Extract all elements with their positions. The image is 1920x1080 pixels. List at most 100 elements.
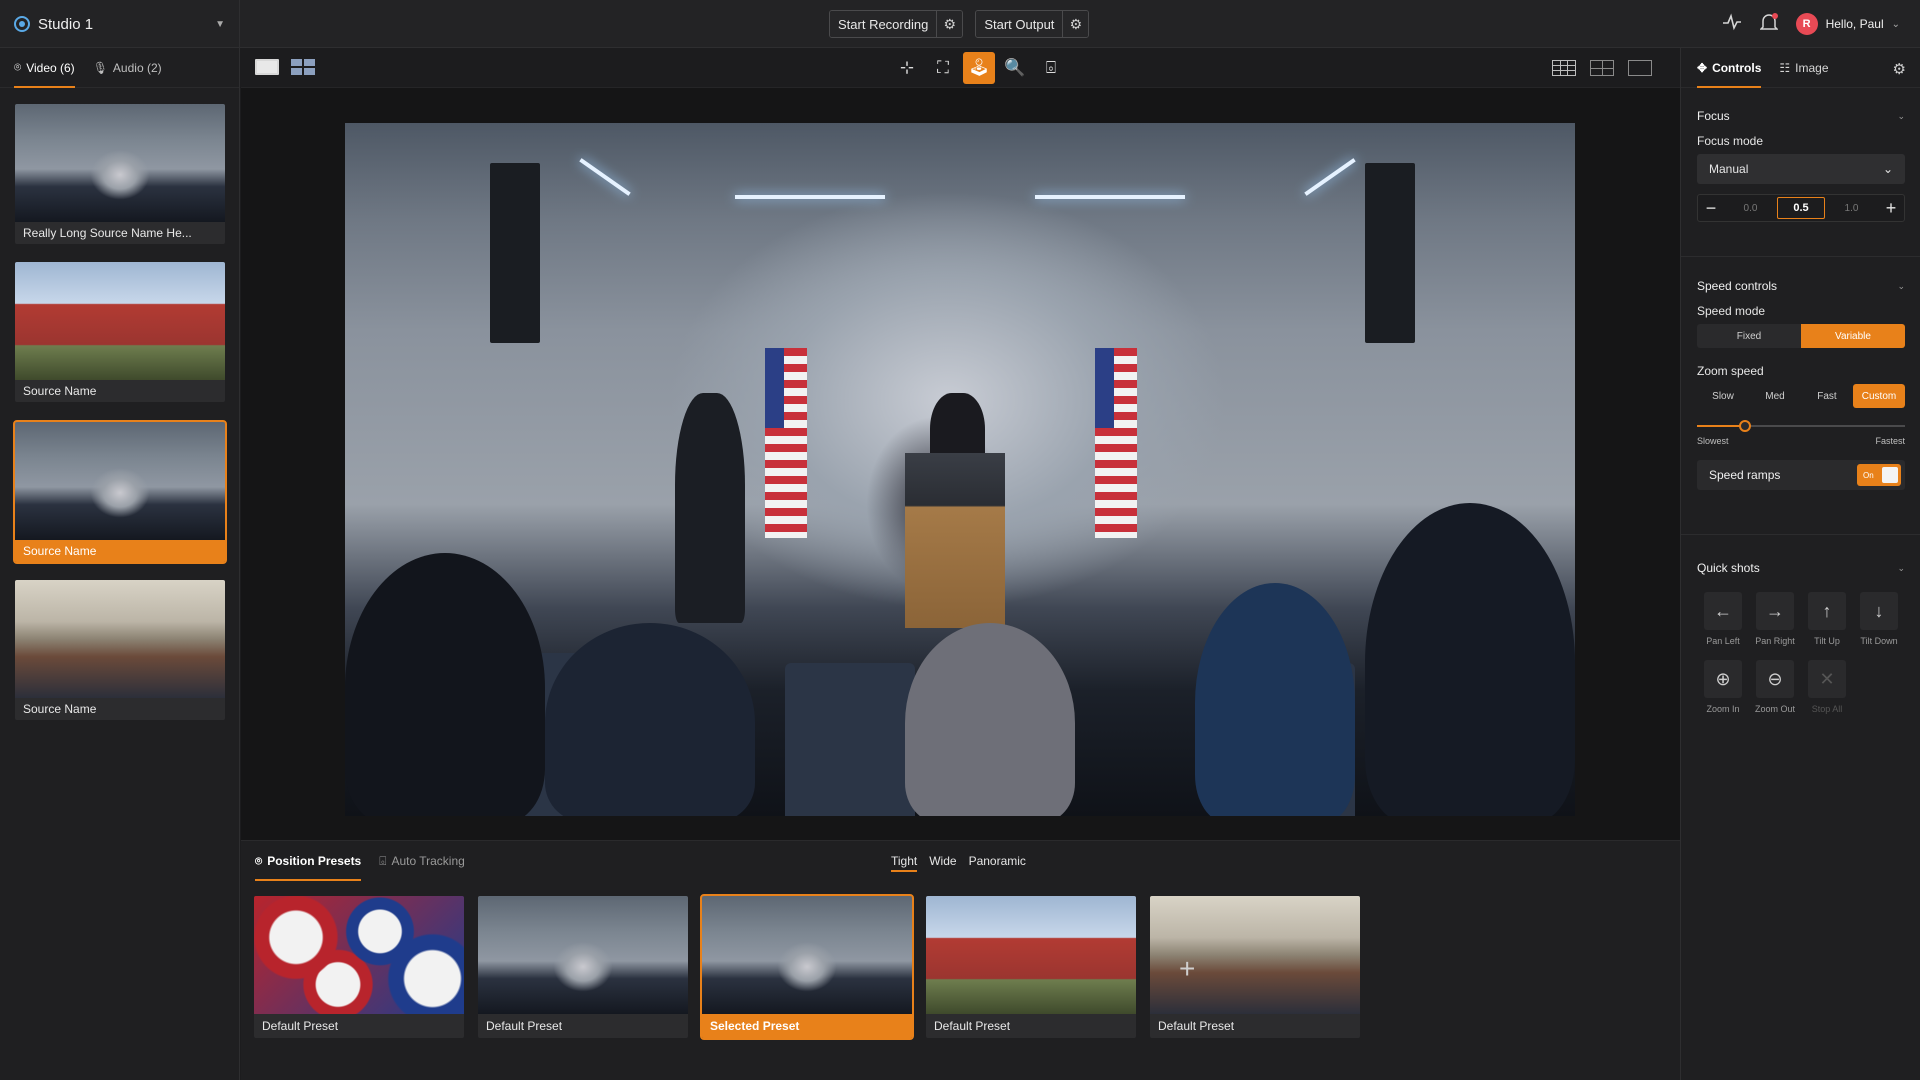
arrow-left-icon[interactable]: ← [1704, 592, 1742, 630]
quick-shots-header[interactable]: Quick shots ⌄ [1697, 558, 1905, 578]
source-thumbnail [15, 580, 225, 698]
speed-mode-fixed[interactable]: Fixed [1697, 324, 1801, 348]
preview-area: ⊹ ⛶ 🕹 🔍 ⌻ [241, 48, 1680, 840]
arrow-up-icon[interactable]: ↑ [1808, 592, 1846, 630]
audience-member [1195, 583, 1355, 816]
preset-card[interactable]: Default Preset [254, 896, 464, 1038]
speed-ramps-toggle[interactable]: On [1857, 464, 1901, 486]
controls-panel: ✥ Controls ☷ Image ⚙ Focus ⌄ Focus mode … [1680, 48, 1920, 1080]
source-thumbnail [15, 262, 225, 380]
single-view-icon[interactable] [255, 59, 279, 75]
preset-label: Default Preset [262, 1019, 339, 1033]
tab-position-presets[interactable]: ⌾ Position Presets [255, 841, 362, 881]
shot-type-panoramic[interactable]: Panoramic [969, 850, 1026, 872]
user-menu[interactable]: R Hello, Paul ⌄ [1795, 13, 1900, 35]
zoom-in-icon[interactable]: ⊕ [1704, 660, 1742, 698]
source-card[interactable]: Source Name [15, 580, 225, 720]
speed-mode-variable[interactable]: Variable [1801, 324, 1905, 348]
ceiling-light [1304, 158, 1356, 196]
location-pin-icon: ⌾ [255, 853, 263, 868]
zoom-out-icon[interactable]: ⊖ [1756, 660, 1794, 698]
tab-label: Video (6) [26, 60, 75, 75]
recording-settings-gear-icon[interactable]: ⚙ [936, 11, 963, 37]
start-output-button[interactable]: Start Output [976, 11, 1063, 37]
person-standing [675, 393, 745, 623]
audience-member [905, 623, 1075, 816]
quick-shots-grid: ← Pan Left → Pan Right ↑ Tilt Up ↓ Tilt … [1697, 592, 1905, 714]
preset-thumbnail [254, 896, 464, 1014]
add-frame-icon[interactable]: ⊹ [891, 52, 923, 84]
source-card[interactable]: Source Name [15, 262, 225, 402]
preset-card[interactable]: Default Preset [478, 896, 688, 1038]
slider-labels: Slowest Fastest [1697, 436, 1905, 446]
shot-type-wide[interactable]: Wide [929, 850, 956, 872]
activity-icon[interactable] [1722, 13, 1742, 36]
focus-section: Focus ⌄ Focus mode Manual ⌄ − 0.0 0.5 1.… [1697, 106, 1905, 222]
shot-type-tight[interactable]: Tight [891, 850, 918, 872]
source-label: Source Name [23, 702, 97, 716]
audience-member [545, 623, 755, 816]
preset-label: Default Preset [1158, 1019, 1235, 1033]
tab-auto-tracking[interactable]: ⌻ Auto Tracking [379, 841, 465, 881]
slider-max-label: Fastest [1875, 436, 1905, 446]
output-settings-gear-icon[interactable]: ⚙ [1062, 11, 1089, 37]
focus-target-icon[interactable]: ⌻ [1035, 52, 1067, 84]
layout-switcher [255, 59, 315, 75]
grid-none-icon[interactable] [1628, 60, 1652, 76]
ptz-tools: ⊹ ⛶ 🕹 🔍 ⌻ [891, 52, 1067, 84]
quick-shot-zoom-in[interactable]: ⊕ Zoom In [1697, 660, 1749, 714]
source-card[interactable]: Really Long Source Name He... [15, 104, 225, 244]
ceiling-light [579, 158, 631, 196]
notification-bell-icon[interactable] [1758, 12, 1779, 37]
arrow-down-icon[interactable]: ↓ [1860, 592, 1898, 630]
multi-view-icon[interactable] [291, 59, 315, 75]
joystick-icon[interactable]: 🕹 [963, 52, 995, 84]
zoom-speed-custom[interactable]: Custom [1853, 384, 1905, 408]
zoom-speed-slow[interactable]: Slow [1697, 384, 1749, 408]
focus-header[interactable]: Focus ⌄ [1697, 106, 1905, 126]
preset-thumbnail [478, 896, 688, 1014]
quick-shot-tilt-down[interactable]: ↓ Tilt Down [1853, 592, 1905, 646]
speaker-right [1365, 163, 1415, 343]
preset-label: Selected Preset [702, 1014, 912, 1038]
source-card-selected[interactable]: Source Name [13, 420, 227, 564]
preset-card-selected[interactable]: Selected Preset [700, 894, 914, 1040]
chair [785, 663, 915, 816]
zoom-speed-med[interactable]: Med [1749, 384, 1801, 408]
panel-settings-gear-icon[interactable]: ⚙ [1893, 60, 1906, 78]
microphone-icon: 🎙 [92, 60, 108, 75]
quick-shot-pan-right[interactable]: → Pan Right [1749, 592, 1801, 646]
zoom-speed-slider[interactable] [1697, 420, 1905, 432]
grid-quarters-icon[interactable] [1590, 60, 1614, 76]
crop-frame-icon[interactable]: ⛶ [927, 52, 959, 84]
quick-shot-pan-left[interactable]: ← Pan Left [1697, 592, 1749, 646]
tab-video[interactable]: ⌾ Video (6) [14, 48, 75, 88]
quick-shot-label: Zoom Out [1754, 704, 1795, 714]
speed-header[interactable]: Speed controls ⌄ [1697, 276, 1905, 296]
preset-thumbnail [926, 896, 1136, 1014]
tab-audio[interactable]: 🎙 Audio (2) [93, 48, 162, 88]
quick-shot-zoom-out[interactable]: ⊖ Zoom Out [1749, 660, 1801, 714]
quick-shots-section: Quick shots ⌄ ← Pan Left → Pan Right ↑ T… [1697, 558, 1905, 714]
preset-card[interactable]: Default Preset [926, 896, 1136, 1038]
studio-logo-icon [14, 16, 30, 32]
focus-mode-select[interactable]: Manual ⌄ [1697, 154, 1905, 184]
increment-button[interactable]: + [1878, 195, 1904, 221]
decrement-button[interactable]: − [1698, 195, 1724, 221]
start-recording-button[interactable]: Start Recording [830, 11, 937, 37]
arrow-right-icon[interactable]: → [1756, 592, 1794, 630]
section-title: Quick shots [1697, 561, 1760, 575]
main-camera-preview[interactable] [345, 123, 1575, 816]
grid-thirds-icon[interactable] [1552, 60, 1576, 76]
slider-handle[interactable] [1738, 420, 1751, 432]
tab-image[interactable]: ☷ Image [1779, 48, 1828, 88]
add-preset-button[interactable]: + [1179, 953, 1195, 985]
zoom-in-icon[interactable]: 🔍 [999, 52, 1031, 84]
zoom-speed-fast[interactable]: Fast [1801, 384, 1853, 408]
studio-selector[interactable]: Studio 1 ▼ [0, 0, 240, 48]
divider [1681, 534, 1920, 535]
quick-shot-label: Pan Left [1706, 636, 1740, 646]
tab-controls[interactable]: ✥ Controls [1697, 48, 1762, 88]
quick-shot-tilt-up[interactable]: ↑ Tilt Up [1801, 592, 1853, 646]
focus-current-input[interactable]: 0.5 [1777, 197, 1825, 219]
